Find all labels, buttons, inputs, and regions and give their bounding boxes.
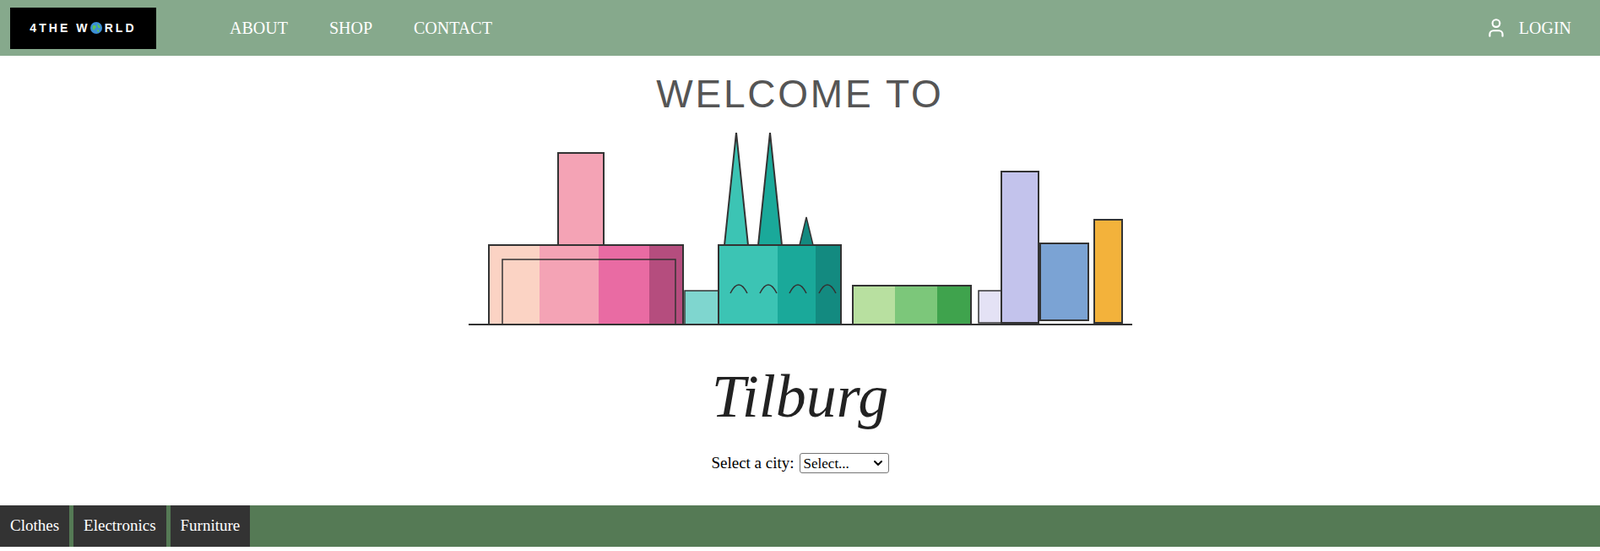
logo[interactable]: 4THE W RLD [10, 7, 157, 49]
skyline-illustration-icon [468, 132, 1133, 332]
city-select-row: Select a city:Select... [710, 450, 889, 476]
category-tab[interactable]: Electronics [73, 504, 166, 547]
logo-text: 4THE W [29, 19, 90, 38]
hero-city: Tilburg [711, 365, 889, 427]
city-select[interactable]: Select... [799, 452, 890, 473]
nav-link[interactable]: ABOUT [229, 19, 288, 37]
login-link[interactable]: LOGIN [1485, 16, 1572, 39]
category-bar: ClothesElectronicsFurniture [0, 504, 1600, 547]
page: 4THE W RLD ABOUT SHOP CONTACT LOGIN WELCOME TO… [0, 0, 1600, 551]
main-nav: ABOUT SHOP CONTACT [229, 19, 493, 37]
top-nav: 4THE W RLD ABOUT SHOP CONTACT LOGIN [0, 0, 1600, 56]
globe-icon [90, 21, 103, 34]
city-select-label: Select a city: [710, 450, 794, 476]
category-tab[interactable]: Furniture [170, 504, 251, 547]
hero: WELCOME TO Tilburg Select a city:Select... [0, 55, 1600, 505]
user-icon [1485, 16, 1508, 39]
hero-greeting: WELCOME TO [656, 74, 944, 114]
logo-text: RLD [104, 19, 137, 38]
category-tab[interactable]: Clothes [0, 504, 70, 547]
nav-link[interactable]: SHOP [329, 19, 373, 37]
nav-link[interactable]: CONTACT [413, 19, 493, 37]
chevron-down-icon [871, 455, 885, 470]
